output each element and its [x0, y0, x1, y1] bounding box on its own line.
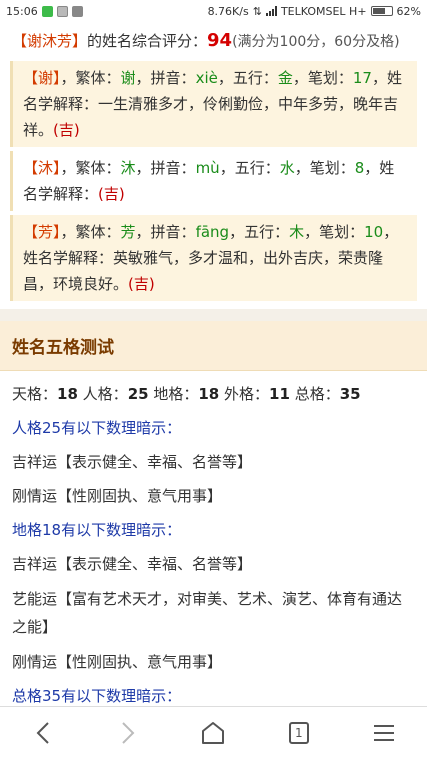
- chevron-right-icon: [122, 722, 135, 744]
- hint-line: 刚情运【性刚固执、意气用事】: [12, 487, 223, 505]
- notification-icon: [71, 5, 83, 17]
- menu-button[interactable]: [364, 713, 404, 753]
- label-dige: 地格：: [153, 385, 199, 403]
- label-wuxing: ，五行：: [217, 69, 278, 87]
- section-title: 姓名五格测试: [0, 321, 427, 371]
- label-bihua: ，笔划：: [304, 223, 365, 241]
- label-fanti: ，繁体：: [60, 159, 121, 177]
- section-divider: [0, 309, 427, 321]
- score-note: (满分为100分，60分及格): [232, 34, 400, 50]
- char-name: 【沐】: [23, 159, 61, 177]
- score-prefix: 的姓名综合评分：: [87, 32, 208, 50]
- fanti-value: 沐: [120, 159, 136, 177]
- wuxing-value: 水: [279, 159, 295, 177]
- label-pinyin: ，拼音：: [135, 159, 196, 177]
- browser-nav-bar: 1: [0, 706, 427, 759]
- battery-icon: [370, 6, 393, 16]
- label-fanti: ，繁体：: [60, 223, 121, 241]
- tab-count: 1: [288, 722, 309, 744]
- label-zongge: 总格：: [294, 385, 340, 403]
- home-button[interactable]: [193, 713, 233, 753]
- page-content: 【谢沐芳】的姓名综合评分：94(满分为100分，60分及格) 【谢】，繁体：谢，…: [0, 22, 427, 706]
- chevron-left-icon: [36, 722, 49, 744]
- clock: 15:06: [6, 4, 38, 18]
- pinyin-value: xiè: [195, 69, 218, 87]
- bihua-value: 8: [354, 159, 365, 177]
- score-summary: 【谢沐芳】的姓名综合评分：94(满分为100分，60分及格): [0, 22, 427, 61]
- renge-hint-heading: 人格25有以下数理暗示：: [12, 419, 182, 437]
- back-button[interactable]: [23, 713, 63, 753]
- label-wuxing: ，五行：: [229, 223, 290, 241]
- label-bihua: ，笔划：: [292, 69, 353, 87]
- zongge-hint-heading: 总格35有以下数理暗示：: [12, 687, 182, 705]
- bihua-value: 17: [352, 69, 372, 87]
- char-card-mu: 【沐】，繁体：沐，拼音：mù，五行：水，笔划：8，姓名学解释：(吉): [10, 151, 417, 211]
- forward-button[interactable]: [108, 713, 148, 753]
- image-icon: [56, 5, 68, 17]
- label-pinyin: ，拼音：: [135, 69, 196, 87]
- wuxing-value: 金: [277, 69, 293, 87]
- home-icon: [202, 722, 225, 744]
- fanti-value: 芳: [120, 223, 136, 241]
- char-name: 【谢】: [23, 69, 61, 87]
- menu-icon: [374, 725, 395, 741]
- tiange-value: 18: [57, 385, 78, 403]
- ji-badge: (吉): [53, 121, 80, 139]
- label-fanti: ，繁体：: [60, 69, 121, 87]
- full-name: 【谢沐芳】: [12, 32, 88, 50]
- signal-icon: [265, 6, 277, 16]
- fanti-value: 谢: [120, 69, 136, 87]
- zongge-value: 35: [339, 385, 361, 403]
- data-arrows-icon: ⇅: [252, 4, 262, 18]
- label-pinyin: ，拼音：: [135, 223, 196, 241]
- char-card-fang: 【芳】，繁体：芳，拼音：fāng，五行：木，笔划：10，姓名学解释：英敏雅气，多…: [10, 215, 417, 301]
- label-renge: 人格：: [82, 385, 128, 403]
- hint-line: 刚情运【性刚固执、意气用事】: [12, 653, 223, 671]
- tabs-button[interactable]: 1: [279, 713, 319, 753]
- hint-line: 吉祥运【表示健全、幸福、名誉等】: [12, 555, 253, 573]
- label-tiange: 天格：: [12, 385, 58, 403]
- char-card-xie: 【谢】，繁体：谢，拼音：xiè，五行：金，笔划：17，姓名学解释：一生清雅多才，…: [10, 61, 417, 147]
- label-bihua: ，笔划：: [294, 159, 355, 177]
- waige-value: 11: [269, 385, 290, 403]
- dige-hint-heading: 地格18有以下数理暗示：: [12, 521, 182, 539]
- wuge-summary: 天格：18 人格：25 地格：18 外格：11 总格：35: [0, 377, 427, 411]
- ji-badge: (吉): [98, 185, 125, 203]
- char-name: 【芳】: [23, 223, 61, 241]
- status-bar: 15:06 8.76K/s ⇅ TELKOMSEL H+ 62%: [0, 0, 427, 22]
- score-value: 94: [207, 30, 233, 51]
- hint-line: 艺能运【富有艺术天才，对审美、艺术、演艺、体育有通达之能】: [12, 590, 403, 636]
- carrier-name: TELKOMSEL H+: [280, 4, 367, 18]
- pinyin-value: mù: [195, 159, 220, 177]
- ji-badge: (吉): [128, 275, 155, 293]
- renge-value: 25: [127, 385, 149, 403]
- label-wuxing: ，五行：: [219, 159, 280, 177]
- network-speed: 8.76K/s: [207, 4, 249, 18]
- battery-percent: 62%: [396, 4, 421, 18]
- pinyin-value: fāng: [195, 223, 230, 241]
- label-waige: 外格：: [224, 385, 270, 403]
- dige-value: 18: [198, 385, 220, 403]
- wuxing-value: 木: [289, 223, 305, 241]
- bihua-value: 10: [364, 223, 384, 241]
- wechat-icon: [41, 5, 53, 17]
- hint-line: 吉祥运【表示健全、幸福、名誉等】: [12, 453, 253, 471]
